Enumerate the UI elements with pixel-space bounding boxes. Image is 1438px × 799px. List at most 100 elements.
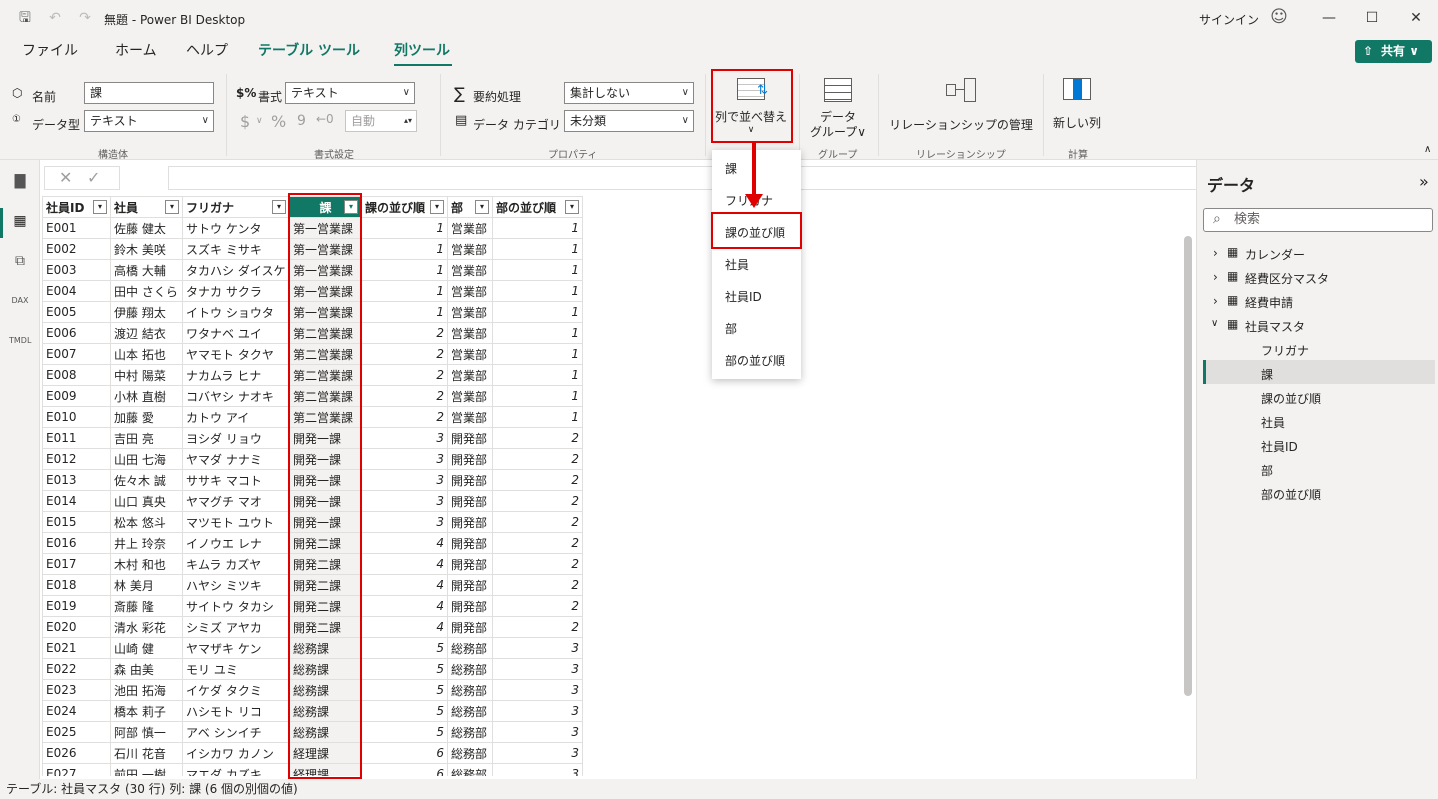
table-cell[interactable]: 林 美月 xyxy=(110,574,183,596)
table-cell[interactable]: サイトウ タカシ xyxy=(182,595,290,617)
table-cell[interactable]: 開発一課 xyxy=(289,427,362,449)
data-groups-button[interactable]: データ グループ∨ xyxy=(804,72,872,142)
table-cell[interactable]: 開発部 xyxy=(447,448,493,470)
table-cell[interactable]: イケダ タクミ xyxy=(182,679,290,701)
table-cell[interactable]: 3 xyxy=(492,763,583,776)
table-cell[interactable]: 4 xyxy=(361,595,448,617)
sort-menu-item[interactable]: 課の並び順 xyxy=(725,224,785,241)
sort-by-column-button[interactable]: ⇅ 列で並べ替え ∨ xyxy=(712,72,790,138)
table-cell[interactable]: E002 xyxy=(42,238,111,260)
table-cell[interactable]: 伊藤 翔太 xyxy=(110,301,183,323)
table-cell[interactable]: 5 xyxy=(361,700,448,722)
table-cell[interactable]: 3 xyxy=(361,469,448,491)
sort-menu-item[interactable]: 社員ID xyxy=(725,288,762,305)
scrollbar-thumb[interactable] xyxy=(1184,236,1192,696)
table-item[interactable]: カレンダー xyxy=(1245,246,1305,263)
table-cell[interactable]: 山崎 健 xyxy=(110,637,183,659)
table-cell[interactable]: 営業部 xyxy=(447,343,493,365)
table-cell[interactable]: 1 xyxy=(492,301,583,323)
table-cell[interactable]: 1 xyxy=(492,238,583,260)
maximize-button[interactable]: ☐ xyxy=(1362,8,1382,28)
account-icon[interactable]: ☺ xyxy=(1270,8,1288,26)
table-cell[interactable]: 松本 悠斗 xyxy=(110,511,183,533)
table-cell[interactable]: 1 xyxy=(492,343,583,365)
save-icon[interactable]: 🖫 xyxy=(16,9,34,27)
table-cell[interactable]: 営業部 xyxy=(447,406,493,428)
table-cell[interactable]: 池田 拓海 xyxy=(110,679,183,701)
table-cell[interactable]: 3 xyxy=(492,742,583,764)
table-cell[interactable]: 2 xyxy=(492,469,583,491)
table-cell[interactable]: 開発部 xyxy=(447,616,493,638)
collapse-pane-icon[interactable]: » xyxy=(1419,172,1429,191)
table-cell[interactable]: 第二営業課 xyxy=(289,406,362,428)
field-item[interactable]: フリガナ xyxy=(1261,342,1309,359)
filter-dropdown-icon[interactable]: ▾ xyxy=(165,200,179,214)
table-cell[interactable]: 佐々木 誠 xyxy=(110,469,183,491)
comma-button[interactable]: 9 xyxy=(297,113,306,129)
table-cell[interactable]: E018 xyxy=(42,574,111,596)
table-cell[interactable]: 2 xyxy=(492,427,583,449)
table-cell[interactable]: 経理課 xyxy=(289,742,362,764)
table-item[interactable]: 経費区分マスタ xyxy=(1245,270,1329,287)
table-cell[interactable]: タカハシ ダイスケ xyxy=(182,259,290,281)
table-cell[interactable]: 橋本 莉子 xyxy=(110,700,183,722)
filter-dropdown-icon[interactable]: ▾ xyxy=(344,200,358,214)
table-cell[interactable]: 開発一課 xyxy=(289,511,362,533)
table-cell[interactable]: E008 xyxy=(42,364,111,386)
collapse-chevron-icon[interactable]: ∨ xyxy=(1211,318,1218,329)
table-cell[interactable]: E020 xyxy=(42,616,111,638)
table-cell[interactable]: 総務部 xyxy=(447,721,493,743)
table-cell[interactable]: E027 xyxy=(42,763,111,776)
table-cell[interactable]: E017 xyxy=(42,553,111,575)
table-cell[interactable]: ヤマモト タクヤ xyxy=(182,343,290,365)
field-item[interactable]: 部の並び順 xyxy=(1261,486,1321,503)
table-cell[interactable]: 営業部 xyxy=(447,364,493,386)
table-cell[interactable]: 営業部 xyxy=(447,385,493,407)
table-cell[interactable]: 2 xyxy=(361,385,448,407)
table-cell[interactable]: ハシモト リコ xyxy=(182,700,290,722)
table-cell[interactable]: 第一営業課 xyxy=(289,238,362,260)
table-cell[interactable]: 総務部 xyxy=(447,658,493,680)
column-header[interactable]: フリガナ ▾ xyxy=(182,196,290,218)
table-item[interactable]: 社員マスタ xyxy=(1245,318,1305,335)
tab-home[interactable]: ホーム xyxy=(115,40,157,60)
table-view-icon[interactable]: ▦ xyxy=(9,210,31,232)
table-cell[interactable]: 総務部 xyxy=(447,763,493,776)
table-cell[interactable]: E005 xyxy=(42,301,111,323)
table-cell[interactable]: アベ シンイチ xyxy=(182,721,290,743)
table-cell[interactable]: 2 xyxy=(492,553,583,575)
table-cell[interactable]: 2 xyxy=(492,616,583,638)
table-cell[interactable]: E014 xyxy=(42,490,111,512)
table-cell[interactable]: 開発部 xyxy=(447,553,493,575)
table-cell[interactable]: 総務課 xyxy=(289,700,362,722)
table-cell[interactable]: ササキ マコト xyxy=(182,469,290,491)
table-cell[interactable]: 第二営業課 xyxy=(289,322,362,344)
table-cell[interactable]: 2 xyxy=(492,511,583,533)
column-header[interactable]: 部の並び順 ▾ xyxy=(492,196,583,218)
minimize-button[interactable]: — xyxy=(1319,8,1339,28)
table-cell[interactable]: 3 xyxy=(361,490,448,512)
table-cell[interactable]: 田中 さくら xyxy=(110,280,183,302)
sort-menu-item[interactable]: 課 xyxy=(725,160,737,177)
field-item[interactable]: 社員 xyxy=(1261,414,1285,431)
table-cell[interactable]: 1 xyxy=(492,385,583,407)
table-cell[interactable]: 5 xyxy=(361,679,448,701)
table-cell[interactable]: 2 xyxy=(361,364,448,386)
table-cell[interactable]: ヤマザキ ケン xyxy=(182,637,290,659)
table-cell[interactable]: 1 xyxy=(492,217,583,239)
table-cell[interactable]: E009 xyxy=(42,385,111,407)
sort-menu-item[interactable]: 社員 xyxy=(725,256,749,273)
table-cell[interactable]: E001 xyxy=(42,217,111,239)
new-column-button[interactable]: 新しい列 xyxy=(1048,72,1106,138)
table-cell[interactable]: 総務部 xyxy=(447,700,493,722)
table-cell[interactable]: 井上 玲奈 xyxy=(110,532,183,554)
table-cell[interactable]: 総務課 xyxy=(289,637,362,659)
table-cell[interactable]: 2 xyxy=(492,574,583,596)
decimal-places-input[interactable]: 自動 ▴▾ xyxy=(345,110,417,132)
tab-column-tools[interactable]: 列ツール xyxy=(394,40,450,60)
cancel-icon[interactable]: ✕ xyxy=(59,168,72,187)
table-cell[interactable]: E019 xyxy=(42,595,111,617)
table-cell[interactable]: 山本 拓也 xyxy=(110,343,183,365)
table-cell[interactable]: 総務部 xyxy=(447,637,493,659)
table-cell[interactable]: 佐藤 健太 xyxy=(110,217,183,239)
